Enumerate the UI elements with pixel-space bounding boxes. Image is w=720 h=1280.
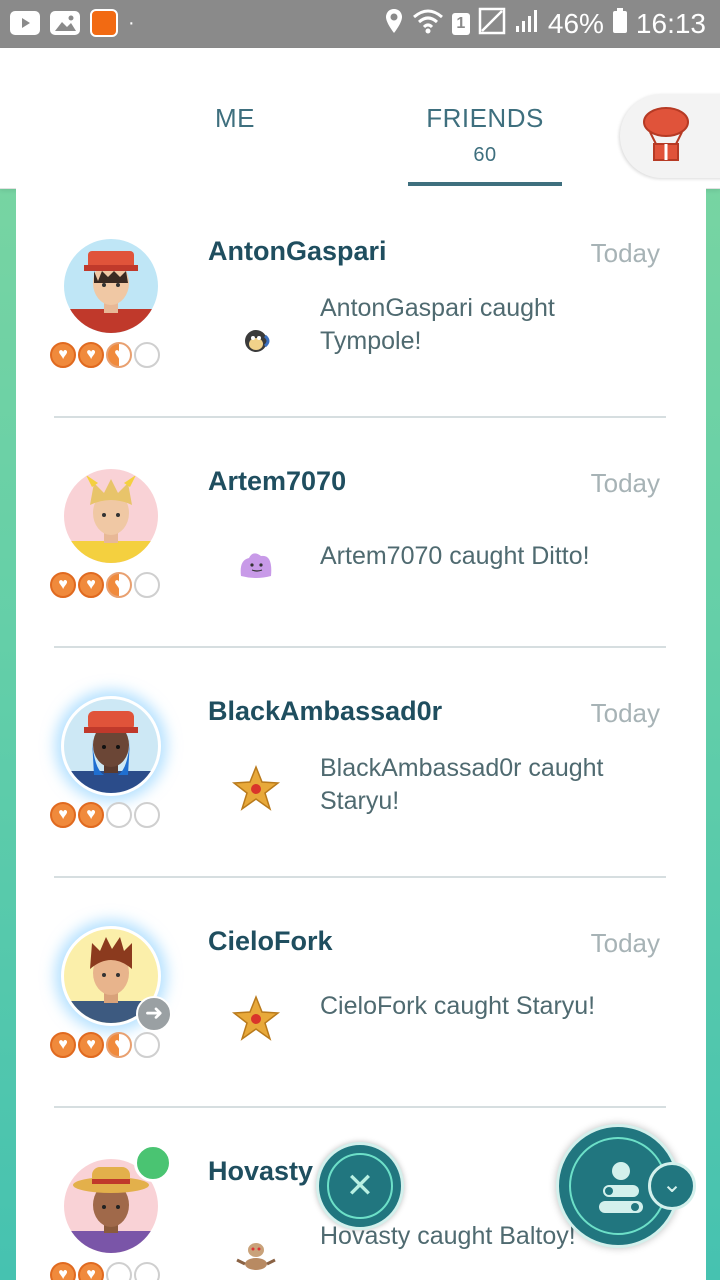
heart-half-icon: ♥ [106,342,132,368]
heart-empty-icon: ♥ [134,1262,160,1280]
online-status-icon [134,1144,172,1182]
close-button[interactable]: ✕ [316,1142,404,1230]
activity-text: BlackAmbassad0r caught Staryu! [320,754,604,815]
heart-empty-icon: ♥ [106,802,132,828]
baltoy-icon [236,1243,276,1270]
gallery-icon [50,11,80,35]
gift-balloon-button[interactable] [620,94,720,178]
friend-row[interactable]: ♥ ♥ ♥ ♥ BlackAmbassad0r Today BlackAmbas… [16,648,706,878]
friend-name: Artem7070 [208,466,347,496]
avatar[interactable] [61,696,161,796]
activity-date: Today [590,698,660,728]
heart-full-icon: ♥ [78,1262,104,1280]
friend-list[interactable]: ♥ ♥ ♥ ♥ AntonGaspari Today AntonGaspari … [16,188,706,1280]
staryu-icon [231,994,281,1041]
tab-friends[interactable]: FRIENDS 60 [408,103,562,167]
status-bar: · 1 46% 16:13 [0,0,720,48]
heart-full-icon: ♥ [78,1032,104,1058]
heart-full-icon: ♥ [50,1262,76,1280]
ditto-icon [240,553,272,578]
tab-me[interactable]: ME [195,103,275,134]
activity-text: Artem7070 caught Ditto! [320,542,590,570]
activity-text: AntonGaspari caught Tympole! [320,294,555,355]
friendship-hearts: ♥ ♥ ♥ ♥ [50,572,160,598]
location-icon [384,7,404,42]
activity-text: CieloFork caught Staryu! [320,992,596,1020]
heart-empty-icon: ♥ [134,342,160,368]
heart-half-icon: ♥ [106,572,132,598]
heart-empty-icon: ♥ [134,1032,160,1058]
heart-full-icon: ♥ [78,802,104,828]
battery-icon [612,7,628,42]
tab-me-label: ME [215,103,255,133]
signal-icon [514,8,540,41]
friend-name: AntonGaspari [208,236,387,266]
active-tab-indicator [408,182,562,186]
avatar[interactable] [61,236,161,336]
friendship-hearts: ♥ ♥ ♥ ♥ [50,342,160,368]
friendship-hearts: ♥ ♥ ♥ ♥ [50,802,160,828]
friend-row[interactable]: ➜ ♥ ♥ ♥ ♥ CieloFork Today CieloFork caug… [16,878,706,1108]
tab-friends-label: FRIENDS [426,103,544,133]
friend-name: Hovasty [208,1156,314,1186]
friend-row[interactable]: ♥ ♥ ♥ ♥ AntonGaspari Today AntonGaspari … [16,188,706,418]
activity-date: Today [590,468,660,498]
youtube-icon [10,11,40,35]
friend-name: CieloFork [208,926,333,956]
tympole-icon [245,330,270,352]
wifi-icon [412,8,444,41]
sim-badge: 1 [451,13,470,35]
heart-half-icon: ♥ [106,1032,132,1058]
avatar[interactable] [61,466,161,566]
no-signal-icon [478,7,506,42]
friend-row[interactable]: ♥ ♥ ♥ ♥ Artem7070 Today Artem7070 caught… [16,418,706,648]
trainer-icon [599,1162,643,1213]
activity-date: Today [590,928,660,958]
heart-full-icon: ♥ [50,802,76,828]
arrow-right-icon: ➜ [136,996,172,1032]
heart-full-icon: ♥ [78,342,104,368]
staryu-icon [231,764,281,811]
status-dot: · [128,12,135,34]
download-icon[interactable]: ⌄ [648,1162,696,1210]
heart-full-icon: ♥ [50,1032,76,1058]
close-icon: ✕ [345,1167,375,1205]
gift-balloon-icon [643,107,689,161]
heart-full-icon: ♥ [50,572,76,598]
friendship-hearts: ♥ ♥ ♥ ♥ [50,1032,160,1058]
heart-empty-icon: ♥ [106,1262,132,1280]
heart-full-icon: ♥ [50,342,76,368]
clock: 16:13 [635,8,706,39]
friends-count: 60 [473,144,497,166]
heart-empty-icon: ♥ [134,802,160,828]
heart-full-icon: ♥ [78,572,104,598]
heart-empty-icon: ♥ [134,572,160,598]
battery-percent: 46% [547,8,604,39]
friends-header: ME FRIENDS 60 [0,48,720,189]
mi-app-icon [90,9,118,37]
friend-name: BlackAmbassad0r [208,696,443,726]
activity-date: Today [590,238,660,268]
friendship-hearts: ♥ ♥ ♥ ♥ [50,1262,160,1280]
